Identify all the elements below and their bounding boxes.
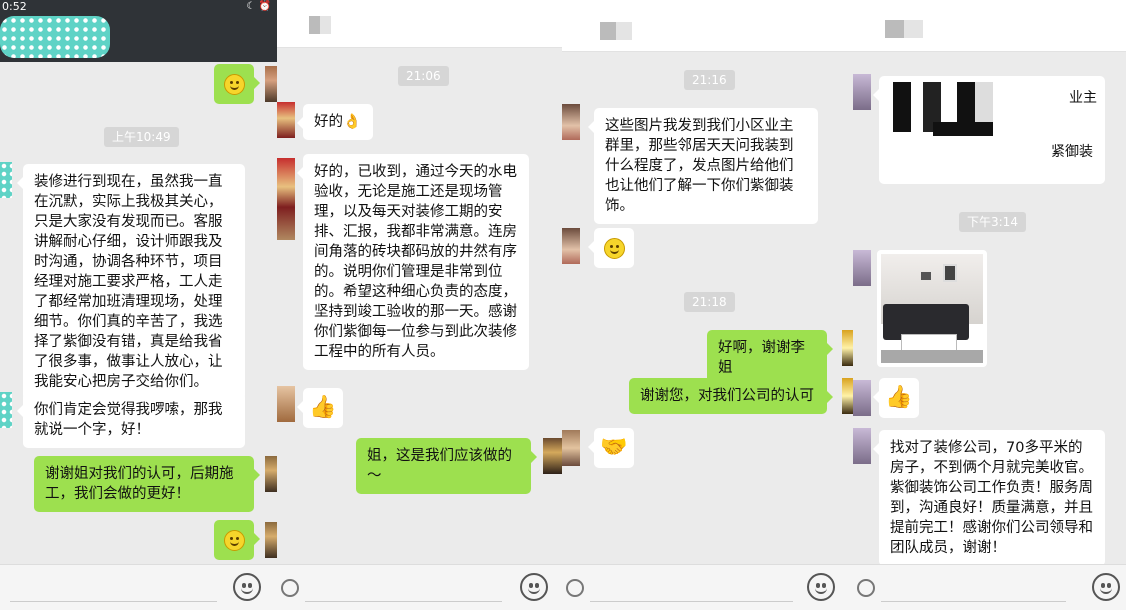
smiley-face-icon[interactable] <box>233 573 261 601</box>
avatar[interactable] <box>842 330 853 366</box>
input-bar <box>0 564 277 610</box>
avatar[interactable] <box>853 74 871 110</box>
input-bar <box>853 564 1126 610</box>
chat-panel-3: 21:16 这些图片我发到我们小区业主群里，那些邻居天天问我装到什么程度了，发点… <box>562 0 853 610</box>
timestamp: 21:06 <box>398 66 449 86</box>
text-input[interactable] <box>305 601 502 602</box>
chat-header: 0:52 ☾ ⏰ <box>0 0 277 62</box>
chat-header <box>277 0 562 48</box>
tongue-emoji-icon <box>223 73 245 95</box>
message-text: 好的👌 <box>314 114 362 130</box>
avatar[interactable] <box>842 378 853 414</box>
avatar[interactable] <box>853 428 871 464</box>
partial-text: 紧御装 <box>1051 144 1093 160</box>
smile-emoji-icon <box>223 529 245 551</box>
message-sticker-left[interactable] <box>588 228 634 268</box>
chat-panel-2: 21:06 好的👌 好的，已收到，通过今天的水电验收，无论是施工还是现场管理，以… <box>277 0 562 610</box>
text-input[interactable] <box>590 601 793 602</box>
photo-frame <box>943 264 957 282</box>
avatar[interactable] <box>853 250 871 286</box>
avatar[interactable] <box>265 522 277 558</box>
message-bubble-left[interactable]: 找对了装修公司，70多平米的房子，不到俩个月就完美收官。紫御装饰公司工作负责！服… <box>873 430 1105 566</box>
timestamp: 上午10:49 <box>104 127 179 147</box>
text-input[interactable] <box>10 601 217 602</box>
smiley-face-icon[interactable] <box>520 573 548 601</box>
voice-icon[interactable] <box>857 579 875 597</box>
contact-name-blurred <box>0 16 110 58</box>
smiley-face-icon[interactable] <box>1092 573 1120 601</box>
contact-name-blurred <box>309 16 331 34</box>
status-time: 0:52 <box>2 0 27 13</box>
handshake-icon: 🤝 <box>600 435 628 460</box>
avatar[interactable] <box>0 162 12 198</box>
timestamp: 21:18 <box>684 292 735 312</box>
avatar[interactable] <box>265 66 277 102</box>
message-sticker-left[interactable]: 👍 <box>873 378 919 418</box>
photo-floor <box>881 350 983 363</box>
blurred-image-block <box>933 122 993 136</box>
timestamp: 21:16 <box>684 70 735 90</box>
thumbs-up-icon: 👍 <box>309 395 337 420</box>
avatar[interactable] <box>853 380 871 416</box>
text-input[interactable] <box>881 601 1066 602</box>
photo-frame <box>921 272 931 280</box>
status-icons: ☾ ⏰ <box>246 1 271 12</box>
avatar[interactable] <box>277 386 295 422</box>
chat-panel-4: 业主 紧御装 下午3:14 👍 找对了装修公司，70多平米的房子，不到俩个月就完… <box>853 0 1126 610</box>
thumbs-up-icon: 👍 <box>885 385 913 410</box>
partial-text: 业主 <box>1069 90 1097 106</box>
smile-emoji-icon <box>603 237 625 259</box>
timestamp: 下午3:14 <box>959 212 1026 232</box>
avatar[interactable] <box>277 158 295 240</box>
chat-header <box>562 0 853 52</box>
message-bubble-left[interactable]: 你们肯定会觉得我啰嗦，那我就说一个字，好！ <box>17 392 245 448</box>
message-sticker-left[interactable]: 🤝 <box>588 428 634 468</box>
voice-icon[interactable] <box>566 579 584 597</box>
contact-name-blurred <box>600 22 632 40</box>
message-sticker-right[interactable] <box>214 520 260 560</box>
avatar[interactable] <box>562 104 580 140</box>
message-bubble-left[interactable]: 业主 紧御装 <box>873 76 1105 184</box>
avatar[interactable] <box>265 456 277 492</box>
message-bubble-right[interactable]: 姐，这是我们应该做的～ <box>356 438 537 494</box>
status-bar: 0:52 ☾ ⏰ <box>0 0 277 14</box>
avatar[interactable] <box>562 228 580 264</box>
message-sticker-right[interactable] <box>214 64 260 104</box>
room-photo[interactable] <box>877 250 987 367</box>
contact-name-blurred <box>885 20 923 38</box>
message-bubble-left[interactable]: 好的，已收到，通过今天的水电验收，无论是施工还是现场管理，以及每天对装修工期的安… <box>297 154 529 370</box>
message-bubble-left[interactable]: 装修进行到现在，虽然我一直在沉默，实际上我极其关心，只是大家没有发现而已。客服讲… <box>17 164 245 400</box>
chat-panel-1: 0:52 ☾ ⏰ 上午10:49 装修进行到现在，虽然我一直在沉默，实际上我极其… <box>0 0 277 610</box>
message-bubble-left[interactable]: 这些图片我发到我们小区业主群里，那些邻居天天问我装到什么程度了，发点图片给他们也… <box>588 108 818 224</box>
avatar[interactable] <box>562 430 580 466</box>
message-bubble-left[interactable]: 好的👌 <box>297 104 373 140</box>
avatar[interactable] <box>543 438 562 474</box>
chat-header <box>853 0 1126 52</box>
avatar[interactable] <box>277 102 295 138</box>
input-bar <box>562 564 853 610</box>
avatar[interactable] <box>0 392 12 428</box>
message-sticker-left[interactable]: 👍 <box>297 388 343 428</box>
smiley-face-icon[interactable] <box>807 573 835 601</box>
input-bar <box>277 564 562 610</box>
message-bubble-right[interactable]: 谢谢您，对我们公司的认可 <box>629 378 833 414</box>
voice-icon[interactable] <box>281 579 299 597</box>
message-bubble-right[interactable]: 谢谢姐对我们的认可，后期施工，我们会做的更好！ <box>34 456 260 512</box>
